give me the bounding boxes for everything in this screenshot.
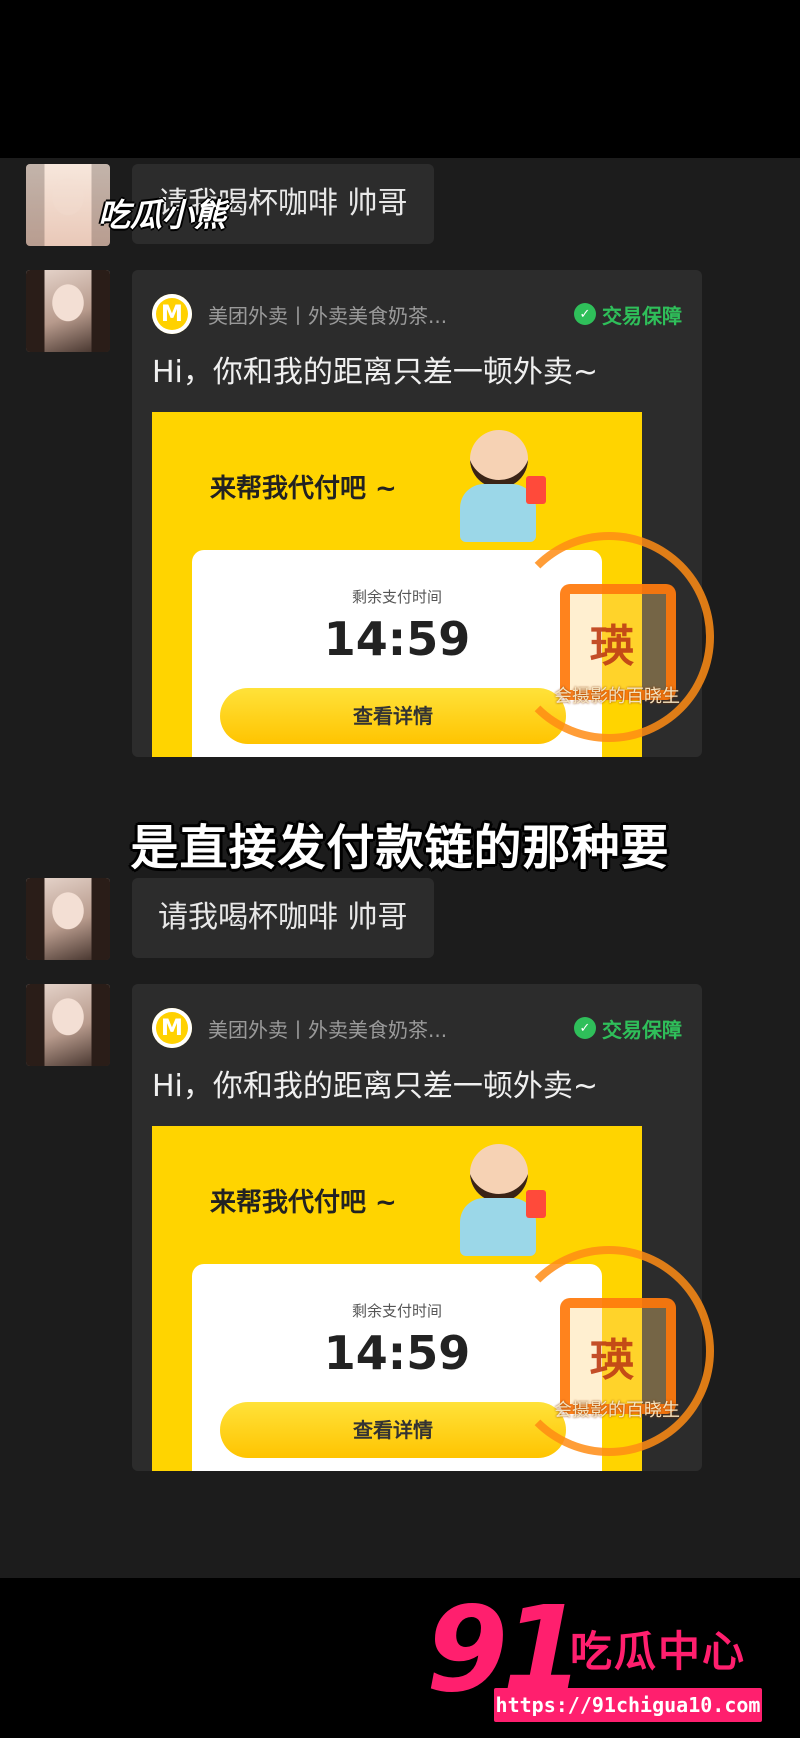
promo-title: 来帮我代付吧 ~ (210, 474, 397, 504)
text-bubble[interactable]: 请我喝杯咖啡 帅哥 (132, 878, 434, 958)
guarantee-label: 交易保障 (602, 303, 682, 328)
avatar[interactable] (26, 984, 110, 1066)
card-message: Hi，你和我的距离只差一顿外卖~ (152, 1069, 599, 1104)
avatar[interactable] (26, 878, 110, 960)
message-text: 请我喝杯咖啡 帅哥 (158, 900, 408, 935)
shield-check-icon: ✓ (574, 1017, 596, 1039)
photographer-watermark: 瑛 会摄影的百晓生 (504, 532, 714, 742)
site-url: https://91chigua10.com (494, 1688, 762, 1722)
watermark-label: 会摄影的百晓生 (554, 686, 680, 707)
card-source: 美团外卖丨外卖美食奶茶... (208, 303, 448, 328)
guarantee-label: 交易保障 (602, 1017, 682, 1042)
card-header: M 美团外卖丨外卖美食奶茶... ✓ 交易保障 (152, 292, 682, 336)
meituan-logo-icon: M (152, 294, 192, 334)
mascot-illustration (452, 1144, 546, 1256)
creator-tag: 吃瓜小熊 (98, 196, 227, 234)
watermark-seal: 瑛 (590, 621, 634, 672)
photographer-watermark: 瑛 会摄影的百晓生 (504, 1246, 714, 1456)
promo-title: 来帮我代付吧 ~ (210, 1188, 397, 1218)
meituan-logo-icon: M (152, 1008, 192, 1048)
mascot-illustration (452, 430, 546, 542)
site-logo-name: 吃瓜中心 (570, 1627, 747, 1676)
card-message: Hi，你和我的距离只差一顿外卖~ (152, 355, 599, 390)
video-caption: 是直接发付款链的那种要 (130, 820, 670, 876)
watermark-seal: 瑛 (590, 1335, 634, 1386)
shield-check-icon: ✓ (574, 303, 596, 325)
avatar[interactable] (26, 270, 110, 352)
watermark-label: 会摄影的百晓生 (554, 1400, 680, 1421)
guarantee-badge: ✓ 交易保障 (574, 1014, 682, 1043)
card-header: M 美团外卖丨外卖美食奶茶... ✓ 交易保障 (152, 1006, 682, 1050)
guarantee-badge: ✓ 交易保障 (574, 300, 682, 329)
card-source: 美团外卖丨外卖美食奶茶... (208, 1017, 448, 1042)
